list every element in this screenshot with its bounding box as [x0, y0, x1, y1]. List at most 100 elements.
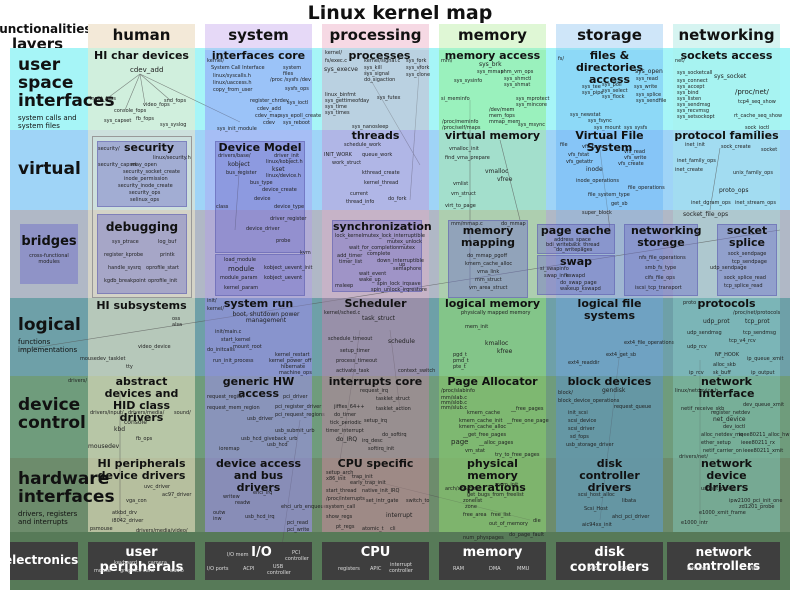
node-label: inet_init	[685, 142, 706, 148]
node-label: sys_sysinfo	[454, 78, 483, 84]
hw-network-controllers: network controllers Ethernet WiFi	[667, 542, 780, 580]
node-label: pci_read	[287, 520, 309, 526]
cell-title: synchronization	[333, 220, 432, 233]
node-label: ioremap	[219, 446, 240, 452]
node-label: console_fops	[114, 108, 147, 114]
node-label: tcp_sendmsg	[743, 330, 777, 336]
node-label: __free_pages	[511, 406, 544, 412]
node-label: sys_mmap	[477, 69, 504, 75]
node-label: pci_driver	[283, 394, 308, 400]
node-label: cdev	[263, 120, 275, 126]
node-label: proto	[683, 300, 697, 306]
node-label: /proc/interrupts	[326, 496, 365, 502]
node-label: schedule_work	[344, 142, 382, 148]
node-label: inw	[213, 516, 222, 522]
cell-memory-access: memory access mm/ sys_brk sys_mmap shm_v…	[439, 50, 549, 131]
cell-memory-mapping: memory mapping mm/mmap.c do_mmap do_mmap…	[448, 220, 528, 298]
node-label: vm_struct	[451, 191, 476, 197]
node-label: NF_HOOK	[715, 352, 740, 358]
node-label: tcp_v4_rcv	[729, 338, 756, 344]
node-label: sys_clone	[406, 72, 431, 78]
node-label: ac97_driver	[162, 492, 192, 498]
cell-threads: threads schedule_work queue_work INIT_WO…	[322, 130, 429, 210]
cell-title: HI char devices	[94, 49, 189, 62]
cell-title: abstract devices and HID class drivers	[104, 375, 179, 424]
node-label: spin_unlock_irqrestore	[371, 287, 427, 293]
node-label: tasklet_struct	[376, 396, 410, 402]
node-label: net_device	[713, 416, 746, 423]
cell-virtual-memory: virtual memory vmalloc_init find_vma_pre…	[439, 130, 546, 210]
node-label: proto_ops	[719, 187, 749, 194]
hw-item: Ethernet	[687, 566, 709, 572]
node-label: start_thread	[326, 488, 357, 494]
node-label: bus_type	[250, 180, 273, 186]
node-label: pci_write	[287, 527, 310, 533]
cell-protocol-families: protocol families inet_init sock_create …	[673, 130, 780, 219]
node-label: cdev_add	[257, 106, 281, 112]
cell-title: Page Allocator	[447, 375, 538, 388]
node-label: kernel/sched.c	[324, 310, 361, 316]
node-label: sys_open	[635, 68, 663, 75]
node-label: kernel_param	[224, 285, 259, 291]
node-label: drivers/base/	[218, 153, 251, 159]
cell-system-run: system run boot, shutdown power manageme…	[205, 298, 312, 376]
node-label: context_switch	[398, 368, 436, 374]
node-label: inet_family_ops	[677, 158, 716, 164]
node-label: pci_register_driver	[275, 404, 322, 410]
node-label: timer_interrupt	[326, 428, 364, 434]
node-label: vmalloc	[485, 168, 509, 175]
node-label: inode_permission	[124, 176, 168, 182]
node-label: init_scsi	[568, 410, 588, 416]
node-label: gendisk	[602, 387, 626, 394]
hw-title: disk controllers	[569, 545, 650, 575]
node-label: security_socket_create	[123, 169, 181, 175]
node-label: mousedev_tasklet	[80, 356, 126, 362]
node-label: copy_from_user	[213, 87, 253, 93]
node-label: sys_init_module	[217, 126, 257, 132]
node-label: Scsi_Host	[584, 506, 608, 512]
node-label: sys_flock	[602, 94, 625, 100]
node-label: drivers/	[68, 378, 87, 384]
node-label: thread_info	[346, 199, 375, 205]
hw-disk-controllers: disk controllers SCSI SATA	[556, 542, 663, 580]
node-label: wait_for_completion	[349, 245, 400, 251]
cell-title: sockets access	[680, 49, 773, 62]
node-label: linux/device.h	[266, 173, 301, 179]
node-label: sys_syslog	[160, 122, 187, 128]
node-label: fb_fops	[136, 116, 155, 122]
node-label: sys_brk	[479, 61, 502, 68]
node-label: alloc_netdev_mq	[701, 432, 744, 438]
node-label: task_struct	[362, 315, 396, 322]
node-label: ehci_urb_enqueue	[281, 504, 327, 510]
node-label: inode_operations	[576, 178, 619, 184]
node-label: mm/slub.c	[441, 405, 468, 411]
node-label: block_device_operations	[558, 398, 620, 404]
node-label: early_trap_init	[350, 480, 386, 486]
hw-item: audio	[170, 568, 184, 574]
hw-item: registers	[338, 566, 360, 572]
hw-title: network controllers	[686, 545, 761, 573]
node-label: file_system_type	[588, 192, 630, 198]
cell-title: Scheduler	[344, 297, 407, 310]
node-label: udp_sendmsg	[687, 330, 722, 336]
node-label: load_module	[224, 257, 256, 263]
node-label: module_param	[220, 275, 258, 281]
node-label: vmalloc_init	[449, 146, 479, 152]
node-label: setup_timer	[340, 348, 370, 354]
node-label: file_operations	[628, 185, 665, 191]
cell-socket-splice: socket splice sock_sendpage tcp_sendpage…	[710, 224, 777, 296]
cell-physical-memory-ops: physical memory operations arch/x86/mm/ …	[439, 458, 546, 541]
cell-logical-memory: logical memory physically mapped memory …	[439, 298, 546, 376]
hw-item: APIC	[370, 566, 382, 572]
node-label: tick_periodic	[330, 420, 362, 426]
node-label: system files	[283, 65, 302, 77]
node-label: class	[216, 204, 229, 210]
node-label: complete	[367, 251, 391, 257]
cell-title: socket splice	[726, 224, 768, 249]
cell-protocols: protocols proto /proc/net/protocols udp_…	[673, 298, 783, 376]
node-label: do_page_fault	[509, 532, 545, 538]
node-label: atkbd_drv	[112, 510, 137, 516]
node-label: ext4_get_sb	[606, 352, 637, 358]
node-label: scsi_driver	[568, 426, 595, 432]
node-label: kernel_thread	[364, 180, 399, 186]
